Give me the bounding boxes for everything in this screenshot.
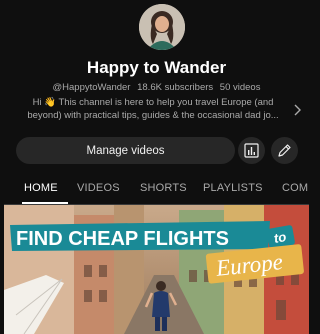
tab-community[interactable]: COMMUNITY xyxy=(282,182,309,194)
channel-description[interactable]: Hi 👋 This channel is here to help you tr… xyxy=(14,96,292,122)
active-tab-indicator xyxy=(22,202,68,204)
channel-handle: @HappytoWander xyxy=(52,82,131,93)
channel-avatar[interactable] xyxy=(139,4,185,50)
chevron-right-icon[interactable] xyxy=(292,103,302,116)
subscriber-count: 18.6K subscribers xyxy=(137,82,214,93)
manage-videos-button[interactable]: Manage videos xyxy=(16,137,235,164)
description-line-1: Hi 👋 This channel is here to help you tr… xyxy=(32,97,274,108)
channel-page: Happy to Wander @HappytoWander 18.6K sub… xyxy=(4,0,309,334)
tab-videos[interactable]: VIDEOS xyxy=(77,182,120,194)
channel-name: Happy to Wander xyxy=(86,58,227,77)
avatar-image xyxy=(139,4,185,50)
to-text: to xyxy=(273,229,288,246)
tab-home[interactable]: HOME xyxy=(24,182,58,194)
analytics-icon xyxy=(244,143,259,158)
analytics-button[interactable] xyxy=(238,137,265,164)
description-line-2: beyond) with practical tips, guides & th… xyxy=(27,110,279,121)
tab-playlists[interactable]: PLAYLISTS xyxy=(203,182,263,194)
channel-tabs: HOME VIDEOS SHORTS PLAYLISTS COMMUNITY xyxy=(4,173,309,205)
edit-channel-button[interactable] xyxy=(271,137,298,164)
channel-meta: @HappytoWander 18.6K subscribers 50 vide… xyxy=(4,82,309,93)
tab-shorts[interactable]: SHORTS xyxy=(140,182,187,194)
pencil-icon xyxy=(278,144,291,157)
featured-video-thumbnail[interactable]: FIND CHEAP FLIGHTS to Europe xyxy=(4,205,309,334)
video-count: 50 videos xyxy=(219,82,261,93)
headline-text: FIND CHEAP FLIGHTS xyxy=(16,228,229,250)
